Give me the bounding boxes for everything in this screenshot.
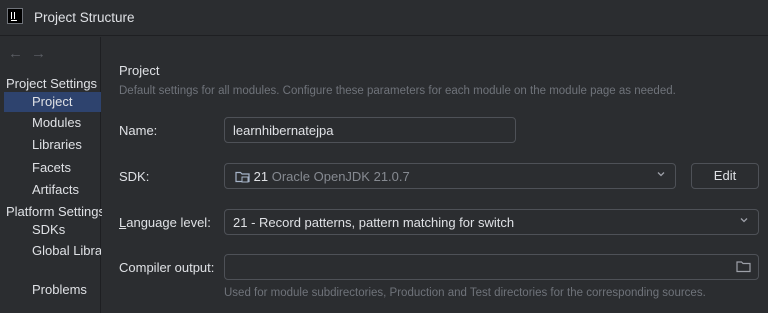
forward-arrow-icon[interactable]: →	[31, 45, 46, 62]
compiler-output-input[interactable]	[224, 254, 759, 280]
page-title: Project	[119, 63, 160, 78]
sdk-dropdown[interactable]: 21 Oracle OpenJDK 21.0.7	[224, 163, 676, 189]
chevron-down-icon	[739, 215, 749, 228]
folder-icon	[235, 171, 250, 183]
language-level-value: 21 - Record patterns, pattern matching f…	[233, 215, 515, 230]
page-description: Default settings for all modules. Config…	[119, 85, 676, 97]
compiler-output-hint: Used for module subdirectories, Producti…	[224, 287, 706, 299]
section-header-project-settings: Project Settings	[6, 76, 98, 91]
browse-folder-icon[interactable]	[736, 260, 751, 276]
intellij-icon	[7, 8, 23, 24]
sidebar-item-problems[interactable]: Problems	[4, 280, 101, 300]
sidebar-item-modules[interactable]: Modules	[4, 113, 101, 133]
sidebar-item-project[interactable]: Project	[4, 92, 101, 112]
sidebar-item-sdks[interactable]: SDKs	[4, 220, 101, 240]
name-value: learnhibernatejpa	[233, 123, 334, 138]
sidebar-item-facets[interactable]: Facets	[4, 158, 101, 178]
sdk-detail: Oracle OpenJDK 21.0.7	[271, 169, 410, 184]
sdk-value: 21 Oracle OpenJDK 21.0.7	[235, 169, 410, 184]
sdk-label: SDK:	[119, 169, 150, 184]
nav-arrows: ← →	[8, 45, 54, 62]
window-title: Project Structure	[34, 10, 135, 25]
section-header-platform-settings: Platform Settings	[6, 204, 105, 219]
sidebar-item-artifacts[interactable]: Artifacts	[4, 180, 101, 200]
sidebar: ← → Project Settings Project Modules Libr…	[0, 37, 105, 313]
name-input[interactable]: learnhibernatejpa	[224, 117, 516, 143]
language-level-label: Language level:	[119, 215, 211, 230]
main-panel: Project Default settings for all modules…	[102, 37, 768, 313]
edit-sdk-button[interactable]: Edit	[691, 163, 759, 189]
back-arrow-icon[interactable]: ←	[8, 45, 23, 62]
title-bar: Project Structure	[0, 0, 768, 36]
language-level-dropdown[interactable]: 21 - Record patterns, pattern matching f…	[224, 209, 759, 235]
sidebar-item-global-libraries[interactable]: Global Libraries	[4, 241, 101, 261]
sdk-version: 21	[253, 169, 269, 184]
sidebar-item-libraries[interactable]: Libraries	[4, 135, 101, 155]
chevron-down-icon	[656, 169, 666, 182]
compiler-output-label: Compiler output:	[119, 260, 215, 275]
name-label: Name:	[119, 123, 158, 138]
